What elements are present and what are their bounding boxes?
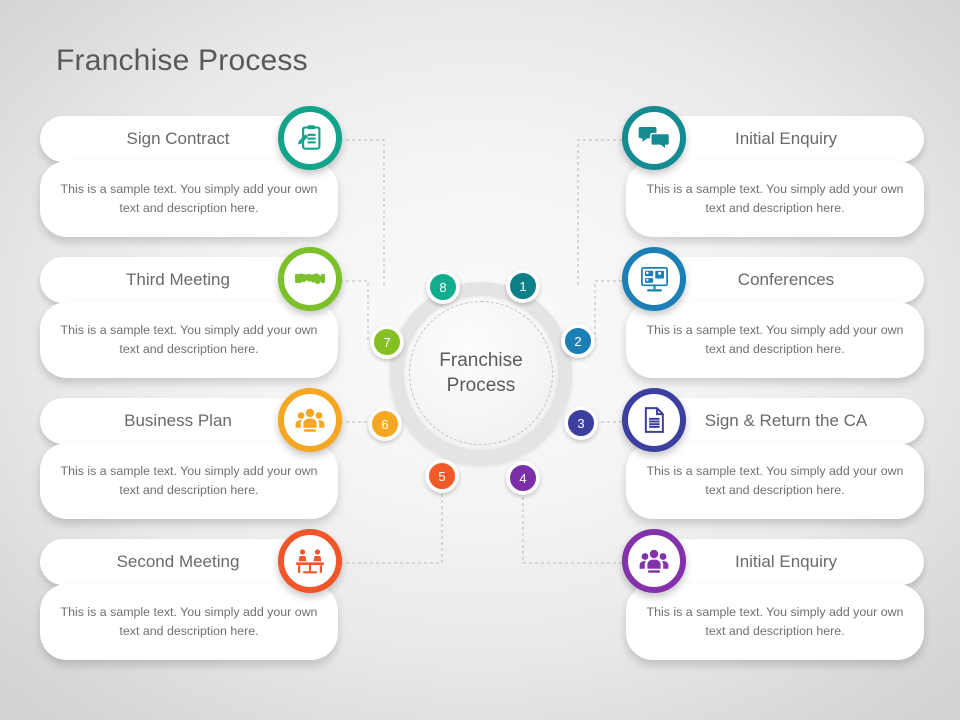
- hub-label-line1: Franchise: [439, 349, 523, 371]
- step-badge-number: 7: [383, 334, 391, 350]
- card-description-panel: This is a sample text. You simply add yo…: [626, 302, 924, 378]
- meeting-table-icon[interactable]: [278, 529, 342, 593]
- infographic-canvas: Franchise Process Franchise Process 1 2 3 4…: [0, 0, 960, 720]
- clipboard-pencil-icon[interactable]: [278, 106, 342, 170]
- video-conference-icon[interactable]: [622, 247, 686, 311]
- connector-path-6: [594, 280, 622, 341]
- connector-path-8: [522, 495, 622, 564]
- group-people-icon[interactable]: [622, 529, 686, 593]
- card-description-panel: This is a sample text. You simply add yo…: [40, 584, 338, 660]
- connector-path-7: [597, 421, 622, 423]
- process-card[interactable]: Initial Enquiry This is a sample text. Yo…: [622, 106, 924, 244]
- step-badge-number: 1: [519, 278, 527, 294]
- connector-path-4: [340, 493, 443, 564]
- card-title-pill[interactable]: Sign & Return the CA: [648, 398, 924, 444]
- card-description-panel: This is a sample text. You simply add yo…: [40, 161, 338, 237]
- hub-label-line2: Process: [446, 375, 516, 396]
- card-title: Initial Enquiry: [734, 552, 838, 571]
- step-badge-2[interactable]: 2: [561, 324, 595, 358]
- card-title-pill[interactable]: Initial Enquiry: [648, 116, 924, 162]
- step-badge-7[interactable]: 7: [370, 325, 404, 359]
- card-description: This is a sample text. You simply add yo…: [60, 322, 318, 356]
- card-title-pill[interactable]: Third Meeting: [40, 257, 316, 303]
- connector-path-1: [340, 139, 385, 287]
- card-title-pill[interactable]: Conferences: [648, 257, 924, 303]
- card-description: This is a sample text. You simply add yo…: [646, 604, 904, 638]
- card-description-panel: This is a sample text. You simply add yo…: [40, 302, 338, 378]
- chat-bubbles-icon[interactable]: [622, 106, 686, 170]
- card-title: Initial Enquiry: [734, 129, 838, 148]
- hub-label: Franchise Process: [390, 282, 572, 464]
- step-badge-number: 6: [381, 416, 389, 432]
- card-description-panel: This is a sample text. You simply add yo…: [626, 584, 924, 660]
- center-hub: Franchise Process: [390, 282, 572, 464]
- step-badge-4[interactable]: 4: [506, 461, 540, 495]
- process-card[interactable]: Second Meeting This is a sample text. You…: [40, 529, 342, 667]
- connector-path-2: [340, 280, 369, 342]
- card-description: This is a sample text. You simply add yo…: [646, 181, 904, 215]
- card-description: This is a sample text. You simply add yo…: [60, 181, 318, 215]
- step-badge-number: 5: [438, 468, 446, 484]
- process-card[interactable]: Third Meeting This is a sample text. You …: [40, 247, 342, 385]
- process-card[interactable]: Business Plan This is a sample text. You …: [40, 388, 342, 526]
- process-card[interactable]: Conferences This is a sample text. You si…: [622, 247, 924, 385]
- card-title-pill[interactable]: Initial Enquiry: [648, 539, 924, 585]
- card-title: Sign & Return the CA: [704, 411, 868, 430]
- card-description: This is a sample text. You simply add yo…: [60, 463, 318, 497]
- card-title: Sign Contract: [126, 129, 230, 148]
- step-badge-6[interactable]: 6: [368, 407, 402, 441]
- card-title-pill[interactable]: Business Plan: [40, 398, 316, 444]
- card-description: This is a sample text. You simply add yo…: [60, 604, 318, 638]
- step-badge-number: 3: [577, 415, 585, 431]
- card-description-panel: This is a sample text. You simply add yo…: [626, 443, 924, 519]
- step-badge-number: 4: [519, 470, 527, 486]
- process-card[interactable]: Initial Enquiry This is a sample text. Yo…: [622, 529, 924, 667]
- card-description: This is a sample text. You simply add yo…: [646, 463, 904, 497]
- step-badge-number: 8: [439, 279, 447, 295]
- card-description: This is a sample text. You simply add yo…: [646, 322, 904, 356]
- card-title: Third Meeting: [126, 270, 230, 289]
- document-icon[interactable]: [622, 388, 686, 452]
- connector-path-5: [577, 139, 622, 287]
- handshake-icon[interactable]: [278, 247, 342, 311]
- group-people-icon[interactable]: [278, 388, 342, 452]
- card-title-pill[interactable]: Second Meeting: [40, 539, 316, 585]
- step-badge-3[interactable]: 3: [564, 406, 598, 440]
- process-card[interactable]: Sign Contract This is a sample text. You …: [40, 106, 342, 244]
- card-description-panel: This is a sample text. You simply add yo…: [40, 443, 338, 519]
- step-badge-1[interactable]: 1: [506, 269, 540, 303]
- card-title: Second Meeting: [116, 552, 240, 571]
- card-description-panel: This is a sample text. You simply add yo…: [626, 161, 924, 237]
- card-title: Business Plan: [124, 411, 232, 430]
- step-badge-5[interactable]: 5: [425, 459, 459, 493]
- process-card[interactable]: Sign & Return the CA This is a sample tex…: [622, 388, 924, 526]
- card-title: Conferences: [737, 270, 835, 289]
- card-title-pill[interactable]: Sign Contract: [40, 116, 316, 162]
- step-badge-number: 2: [574, 333, 582, 349]
- step-badge-8[interactable]: 8: [426, 270, 460, 304]
